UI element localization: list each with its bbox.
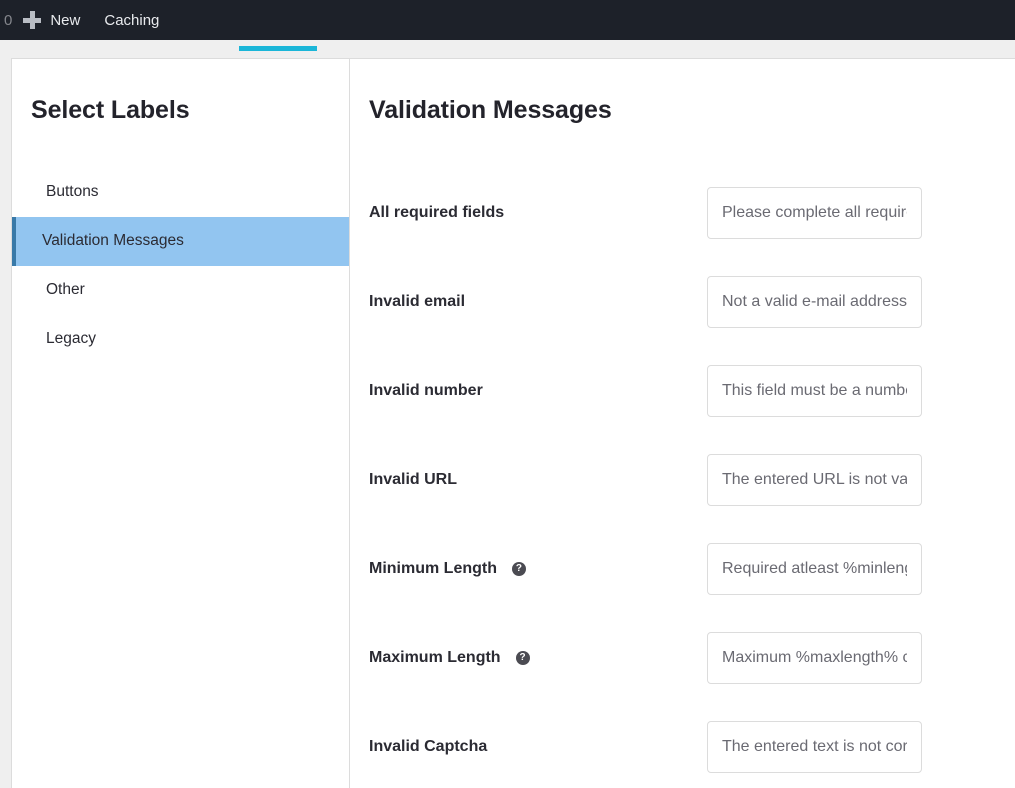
sidebar-item-other[interactable]: Other — [12, 266, 349, 315]
field-row-maximum-length: Maximum Length ? — [369, 614, 1015, 703]
field-row-minimum-length: Minimum Length ? — [369, 525, 1015, 614]
all-required-fields-input[interactable] — [707, 187, 922, 239]
caching-label: Caching — [104, 12, 159, 29]
field-row-invalid-email: Invalid email — [369, 258, 1015, 347]
field-label-text: Invalid URL — [369, 471, 457, 489]
field-label-text: Invalid email — [369, 293, 465, 311]
sidebar-item-legacy[interactable]: Legacy — [12, 315, 349, 364]
field-label: Maximum Length ? — [369, 649, 707, 667]
comment-count-badge[interactable]: 0 — [0, 0, 18, 40]
field-label-text: Invalid number — [369, 382, 483, 400]
sidebar-item-label: Legacy — [46, 330, 96, 348]
maximum-length-input[interactable] — [707, 632, 922, 684]
field-control — [707, 365, 1015, 417]
field-row-invalid-number: Invalid number — [369, 347, 1015, 436]
add-new-menu[interactable]: New — [18, 0, 90, 40]
help-icon[interactable]: ? — [516, 651, 530, 665]
add-new-label: New — [50, 12, 80, 29]
sidebar: Select Labels Buttons Validation Message… — [12, 59, 350, 788]
field-label: Invalid Captcha — [369, 738, 707, 756]
sidebar-nav: Buttons Validation Messages Other Legacy — [12, 168, 349, 364]
field-control — [707, 187, 1015, 239]
field-label: Invalid number — [369, 382, 707, 400]
plus-icon — [22, 10, 42, 30]
invalid-captcha-input[interactable] — [707, 721, 922, 773]
field-label: Invalid URL — [369, 471, 707, 489]
caching-menu[interactable]: Caching — [90, 0, 169, 40]
field-control — [707, 276, 1015, 328]
sidebar-item-buttons[interactable]: Buttons — [12, 168, 349, 217]
sidebar-item-validation-messages[interactable]: Validation Messages — [12, 217, 349, 266]
field-control — [707, 454, 1015, 506]
field-row-invalid-captcha: Invalid Captcha — [369, 703, 1015, 788]
field-label-text: Minimum Length — [369, 560, 497, 578]
active-tab-underline — [239, 46, 317, 51]
field-label-text: Invalid Captcha — [369, 738, 487, 756]
help-icon[interactable]: ? — [512, 562, 526, 576]
comment-count-label: 0 — [4, 12, 12, 29]
page-title: Validation Messages — [369, 97, 1015, 125]
field-control — [707, 721, 1015, 773]
minimum-length-input[interactable] — [707, 543, 922, 595]
field-label: Minimum Length ? — [369, 560, 707, 578]
invalid-email-input[interactable] — [707, 276, 922, 328]
field-label: All required fields — [369, 204, 707, 222]
invalid-number-input[interactable] — [707, 365, 922, 417]
sidebar-item-label: Buttons — [46, 183, 99, 201]
settings-card: Select Labels Buttons Validation Message… — [11, 58, 1015, 788]
field-label-text: All required fields — [369, 204, 504, 222]
field-label: Invalid email — [369, 293, 707, 311]
field-control — [707, 632, 1015, 684]
field-control — [707, 543, 1015, 595]
content-panel: Validation Messages All required fields … — [350, 59, 1015, 788]
sidebar-item-label: Validation Messages — [42, 232, 184, 250]
sidebar-item-label: Other — [46, 281, 85, 299]
admin-bar: 0 New Caching — [0, 0, 1015, 40]
invalid-url-input[interactable] — [707, 454, 922, 506]
sidebar-title: Select Labels — [12, 97, 349, 125]
field-row-invalid-url: Invalid URL — [369, 436, 1015, 525]
field-row-all-required-fields: All required fields — [369, 169, 1015, 258]
field-label-text: Maximum Length — [369, 649, 501, 667]
